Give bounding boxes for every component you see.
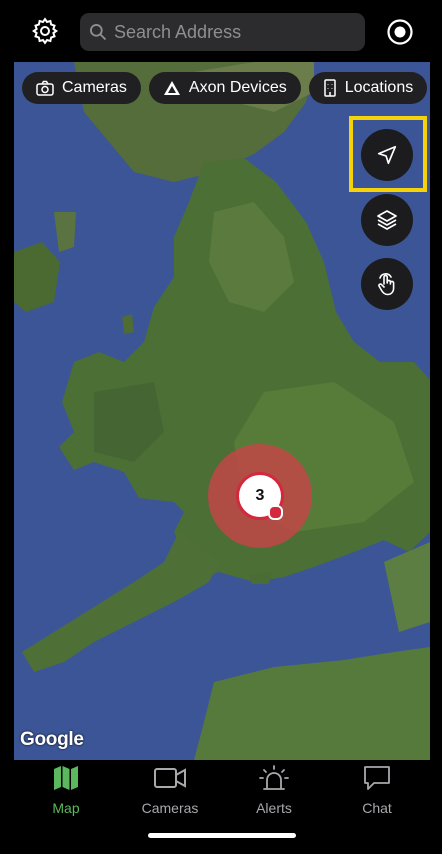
building-icon (323, 79, 336, 97)
bottom-tab-bar: Map Cameras Alerts Chat (0, 760, 442, 854)
filter-chip-label: Axon Devices (188, 79, 287, 96)
tab-label: Chat (362, 800, 392, 816)
tab-label: Cameras (141, 800, 199, 816)
tab-map[interactable]: Map (16, 764, 116, 816)
gesture-mode-button[interactable] (361, 258, 413, 310)
map-icon (54, 766, 78, 790)
settings-gear-icon[interactable] (30, 16, 60, 46)
search-icon (90, 24, 107, 41)
search-input[interactable] (114, 21, 354, 43)
cluster-indicator-dot (268, 505, 283, 520)
chat-bubble-icon (364, 766, 390, 790)
tab-label: Alerts (256, 800, 292, 816)
filter-chip-cameras[interactable]: Cameras (22, 72, 141, 104)
tab-cameras[interactable]: Cameras (120, 764, 220, 816)
hand-tap-icon (378, 273, 395, 296)
navigation-arrow-icon (377, 145, 397, 165)
google-attribution: Google (20, 729, 84, 750)
tab-label: Map (52, 800, 80, 816)
filter-chip-label: Cameras (62, 79, 127, 96)
record-icon[interactable] (386, 18, 414, 46)
cluster-count: 3 (255, 487, 265, 504)
top-bar (0, 0, 442, 62)
filter-chip-label: Locations (344, 79, 414, 96)
filter-chips: Cameras Axon Devices Locations (22, 72, 430, 104)
tab-chat[interactable]: Chat (327, 764, 427, 816)
video-camera-icon (154, 768, 186, 788)
axon-logo-icon (163, 81, 180, 95)
tab-alerts[interactable]: Alerts (224, 764, 324, 816)
filter-chip-axon-devices[interactable]: Axon Devices (148, 72, 301, 104)
map-layers-button[interactable] (361, 194, 413, 246)
home-indicator (148, 833, 296, 838)
camera-icon (36, 80, 54, 96)
layers-icon (377, 210, 397, 230)
locate-me-button[interactable] (361, 129, 413, 181)
map-view[interactable]: Cameras Axon Devices Locations 3 Google (14, 62, 430, 760)
filter-chip-locations[interactable]: Locations (308, 72, 428, 104)
alert-beacon-icon (259, 765, 289, 790)
search-bar[interactable] (80, 13, 365, 51)
